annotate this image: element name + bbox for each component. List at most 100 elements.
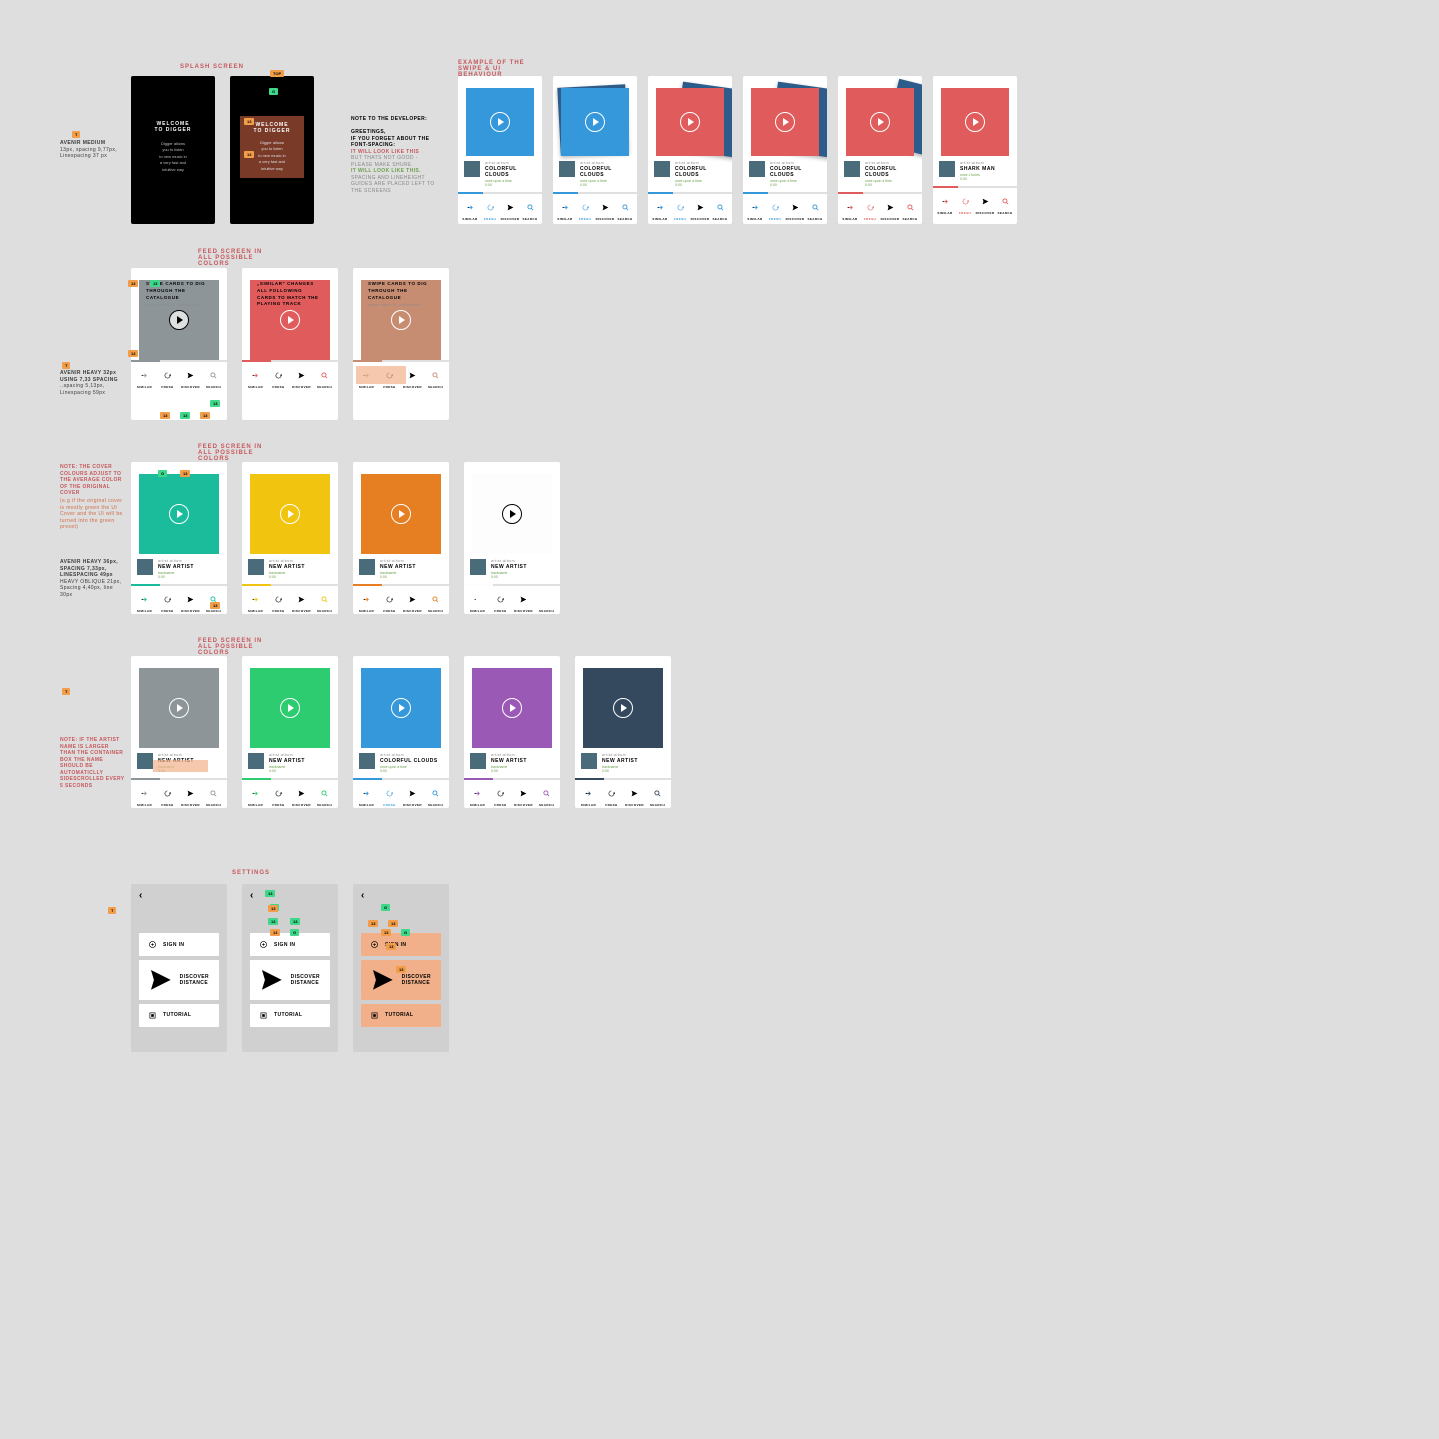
play-button[interactable]: [613, 698, 633, 718]
nav-search[interactable]: SEARCH: [710, 198, 730, 221]
nav-discover[interactable]: DISCOVER: [623, 784, 646, 807]
nav-search[interactable]: SEARCH: [313, 784, 336, 807]
play-button[interactable]: [280, 310, 300, 330]
cover[interactable]: [361, 668, 441, 748]
nav-discover[interactable]: DISCOVER: [500, 198, 520, 221]
nav-fresh[interactable]: FRESH: [378, 590, 401, 613]
nav-similar[interactable]: SIMILAR: [133, 784, 156, 807]
nav-discover[interactable]: DISCOVER: [290, 784, 313, 807]
back-button[interactable]: ‹: [353, 884, 449, 907]
nav-discover[interactable]: DISCOVER: [690, 198, 710, 221]
nav-discover[interactable]: DISCOVER: [179, 366, 202, 389]
play-button[interactable]: [391, 504, 411, 524]
cover[interactable]: [561, 88, 629, 156]
settings-discover distance[interactable]: DISCOVER DISTANCE: [139, 960, 219, 1000]
play-button[interactable]: [490, 112, 510, 132]
nav-similar[interactable]: SIMILAR: [244, 590, 267, 613]
cover[interactable]: [941, 88, 1009, 156]
cover[interactable]: [846, 88, 914, 156]
settings-sign in[interactable]: SIGN IN: [139, 933, 219, 956]
nav-similar[interactable]: SIMILAR: [460, 198, 480, 221]
play-button[interactable]: [775, 112, 795, 132]
cover[interactable]: [656, 88, 724, 156]
cover[interactable]: [250, 668, 330, 748]
nav-discover[interactable]: DISCOVER: [975, 192, 995, 215]
play-button[interactable]: [870, 112, 890, 132]
nav-fresh[interactable]: FRESH: [378, 784, 401, 807]
nav-search[interactable]: SEARCH: [202, 590, 225, 613]
nav-search[interactable]: SEARCH: [202, 366, 225, 389]
nav-search[interactable]: SEARCH: [900, 198, 920, 221]
play-button[interactable]: [169, 504, 189, 524]
nav-fresh[interactable]: FRESH: [267, 366, 290, 389]
nav-discover[interactable]: DISCOVER: [880, 198, 900, 221]
cover[interactable]: [466, 88, 534, 156]
nav-discover[interactable]: DISCOVER: [785, 198, 805, 221]
nav-fresh[interactable]: FRESH: [489, 784, 512, 807]
nav-fresh[interactable]: FRESH: [860, 198, 880, 221]
nav-discover[interactable]: DISCOVER: [595, 198, 615, 221]
cover[interactable]: [751, 88, 819, 156]
cover[interactable]: [361, 474, 441, 554]
settings-discover distance[interactable]: DISCOVER DISTANCE: [250, 960, 330, 1000]
nav-search[interactable]: SEARCH: [805, 198, 825, 221]
nav-fresh[interactable]: FRESH: [575, 198, 595, 221]
nav-search[interactable]: SEARCH: [313, 590, 336, 613]
settings-tutorial[interactable]: TUTORIAL: [139, 1004, 219, 1027]
cover[interactable]: [139, 474, 219, 554]
play-button[interactable]: [280, 698, 300, 718]
cover[interactable]: [472, 474, 552, 554]
nav-fresh[interactable]: FRESH: [156, 366, 179, 389]
nav-search[interactable]: SEARCH: [535, 590, 558, 613]
back-button[interactable]: ‹: [242, 884, 338, 907]
settings-tutorial[interactable]: TUTORIAL: [250, 1004, 330, 1027]
nav-search[interactable]: SEARCH: [313, 366, 336, 389]
nav-fresh[interactable]: FRESH: [156, 784, 179, 807]
nav-discover[interactable]: DISCOVER: [179, 784, 202, 807]
nav-search[interactable]: SEARCH: [424, 366, 447, 389]
nav-search[interactable]: SEARCH: [995, 192, 1015, 215]
play-button[interactable]: [502, 698, 522, 718]
nav-similar[interactable]: SIMILAR: [355, 784, 378, 807]
nav-discover[interactable]: DISCOVER: [401, 784, 424, 807]
nav-similar[interactable]: SIMILAR: [650, 198, 670, 221]
nav-similar[interactable]: SIMILAR: [133, 366, 156, 389]
nav-search[interactable]: SEARCH: [615, 198, 635, 221]
play-button[interactable]: [585, 112, 605, 132]
nav-fresh[interactable]: FRESH: [156, 590, 179, 613]
nav-fresh[interactable]: FRESH: [480, 198, 500, 221]
cover[interactable]: [472, 668, 552, 748]
nav-similar[interactable]: SIMILAR: [244, 366, 267, 389]
nav-similar[interactable]: SIMILAR: [577, 784, 600, 807]
nav-discover[interactable]: DISCOVER: [512, 784, 535, 807]
nav-search[interactable]: SEARCH: [535, 784, 558, 807]
nav-fresh[interactable]: FRESH: [267, 590, 290, 613]
nav-fresh[interactable]: FRESH: [955, 192, 975, 215]
nav-similar[interactable]: SIMILAR: [244, 784, 267, 807]
nav-discover[interactable]: DISCOVER: [512, 590, 535, 613]
settings-sign in[interactable]: SIGN IN: [250, 933, 330, 956]
play-button[interactable]: [169, 698, 189, 718]
settings-sign in[interactable]: SIGN IN: [361, 933, 441, 956]
nav-fresh[interactable]: FRESH: [765, 198, 785, 221]
nav-similar[interactable]: SIMILAR: [355, 590, 378, 613]
nav-similar[interactable]: SIMILAR: [935, 192, 955, 215]
nav-similar[interactable]: SIMILAR: [466, 590, 489, 613]
nav-fresh[interactable]: FRESH: [670, 198, 690, 221]
settings-tutorial[interactable]: TUTORIAL: [361, 1004, 441, 1027]
nav-fresh[interactable]: FRESH: [489, 590, 512, 613]
cover[interactable]: [139, 668, 219, 748]
nav-discover[interactable]: DISCOVER: [290, 366, 313, 389]
nav-fresh[interactable]: FRESH: [600, 784, 623, 807]
nav-discover[interactable]: DISCOVER: [179, 590, 202, 613]
nav-similar[interactable]: SIMILAR: [840, 198, 860, 221]
nav-similar[interactable]: SIMILAR: [466, 784, 489, 807]
nav-similar[interactable]: SIMILAR: [133, 590, 156, 613]
nav-similar[interactable]: SIMILAR: [555, 198, 575, 221]
back-button[interactable]: ‹: [131, 884, 227, 907]
play-button[interactable]: [680, 112, 700, 132]
play-button[interactable]: [502, 504, 522, 524]
nav-search[interactable]: SEARCH: [520, 198, 540, 221]
cover[interactable]: [583, 668, 663, 748]
nav-search[interactable]: SEARCH: [202, 784, 225, 807]
